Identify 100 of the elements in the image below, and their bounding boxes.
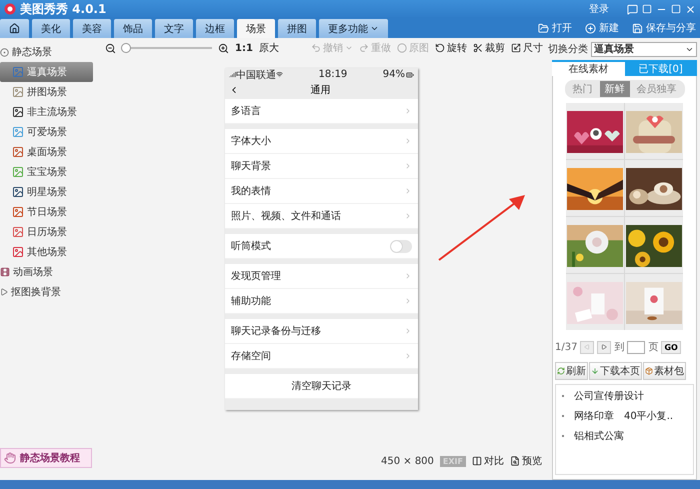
toolbar-button[interactable]: 旋转 [434,41,467,55]
chevron-icon [404,137,412,145]
next-page-button[interactable] [597,340,612,354]
scene-category[interactable]: 非主流场景 [0,102,93,122]
category-select[interactable]: 逼真场景 [591,42,697,56]
zoom-out-icon[interactable] [105,42,116,54]
filter-tab[interactable]: 新鲜 [600,81,630,97]
left-triangle-icon [584,344,590,350]
scene-category[interactable]: 节日场景 [0,202,93,222]
menu-tab[interactable]: 饰品 [114,19,152,38]
expander-icon[interactable] [0,288,8,296]
close-icon[interactable] [685,4,696,14]
row-label: 照片、视频、文件和通话 [231,210,341,223]
expander-icon[interactable] [0,48,9,56]
go-button[interactable]: GO [661,340,681,354]
panel-tab[interactable]: 在线素材 [552,62,624,76]
header-action[interactable]: 打开 [538,21,572,35]
tree-label: 动画场景 [13,266,53,279]
chevron-icon [404,352,412,360]
right-triangle-icon [601,344,608,350]
menu-tab[interactable]: 文字 [155,19,193,38]
tree-item[interactable]: 抠图换背景 [0,282,93,302]
scene-category[interactable]: 可爱场景 [0,122,93,142]
category-label: 节日场景 [27,206,67,219]
row-label: 辅助功能 [231,294,271,308]
login-link[interactable]: 登录 [589,2,609,16]
article-link[interactable]: 网络印章 [574,409,614,423]
window-title: 美图秀秀 4.0.1 [20,0,108,18]
caret-icon [370,24,379,33]
header-action[interactable]: 保存与分享 [632,21,696,35]
scene-category[interactable]: 明星场景 [0,182,93,202]
menu-tab[interactable]: 美容 [73,19,111,38]
message-icon[interactable] [627,4,638,14]
category-label: 拼图场景 [27,86,67,99]
menu-tab[interactable]: 拼图 [278,19,316,38]
scene-category[interactable]: 桌面场景 [0,142,93,162]
article-link[interactable]: 40平小复.. [624,409,674,423]
panel-button[interactable]: 刷新 [555,362,588,380]
article-link[interactable]: 铝相式公寓 [574,429,624,443]
tree-item[interactable]: 静态场景 [0,42,93,62]
scene-category[interactable]: 宝宝场景 [0,162,93,182]
image-size: 450 × 800 [381,456,434,466]
tree-item[interactable]: 动画场景 [0,262,93,282]
toolbar-button[interactable]: 尺寸 [510,41,543,55]
app-logo-icon [4,3,16,15]
goto-label: 到 [614,341,624,354]
magnifier-page-icon [510,456,520,466]
row-label: 多语言 [231,104,261,118]
category-label: 切换分类 [548,42,588,56]
package-icon [645,367,653,375]
caret-icon [344,44,353,52]
down-arrow-icon [591,367,599,375]
tree-label: 静态场景 [12,46,52,59]
row-label: 听筒模式 [231,240,271,253]
scene-category[interactable]: 日历场景 [0,222,93,242]
category-label: 宝宝场景 [27,166,67,179]
chevron-icon [404,162,412,170]
toolbar-button[interactable]: 裁剪 [472,41,505,55]
menu-tab[interactable]: 场景 [237,19,275,38]
page-count: 1/37 [555,342,578,352]
chevron-icon [404,297,412,305]
category-label: 其他场景 [27,246,67,259]
panel-button[interactable]: 下载本页 [589,362,642,380]
article-link[interactable]: 公司宣传册设计 [574,389,644,403]
scene-category[interactable]: 逼真场景 [0,62,93,82]
row-label: 聊天背景 [231,160,271,173]
hand-icon [4,452,16,464]
actual-size-button[interactable]: 原大 [258,41,279,55]
page-unit: 页 [648,341,658,354]
chevron-icon [404,212,412,220]
scene-category[interactable]: 拼图场景 [0,82,93,102]
category-label: 明星场景 [27,186,67,199]
category-label: 非主流场景 [27,106,77,119]
preview-button[interactable]: 预览 [510,454,542,468]
time-label: 18:19 [318,69,348,80]
resize-icon [510,43,521,53]
ratio-button[interactable]: 1:1 [235,42,253,54]
home-tab[interactable] [0,19,29,38]
tutorial-button[interactable]: 静态场景教程 [0,448,92,468]
signal-icon [229,71,236,78]
refresh-icon [557,367,565,375]
row-label: 字体大小 [231,134,271,148]
compare-button[interactable]: 对比 [472,454,504,468]
row-label: 聊天记录备份与迁移 [231,324,321,338]
maximize-icon[interactable] [671,4,681,14]
chevron-icon [404,327,412,335]
zoom-in-icon[interactable] [218,42,229,54]
menu-tab[interactable]: 美化 [32,19,70,38]
chevron-icon [404,107,412,115]
tree-label: 抠图换背景 [11,286,61,299]
menu-tab[interactable]: 边框 [196,19,234,38]
panel-button[interactable]: 素材包 [643,362,686,380]
page-input[interactable] [627,340,646,354]
more-tab[interactable]: 更多功能 [319,19,388,38]
film-icon [0,267,10,277]
scene-category[interactable]: 其他场景 [0,242,93,262]
folder-icon [538,22,549,34]
header-action[interactable]: 新建 [585,21,619,35]
undo-icon [310,43,321,53]
rotate-icon [434,43,445,53]
